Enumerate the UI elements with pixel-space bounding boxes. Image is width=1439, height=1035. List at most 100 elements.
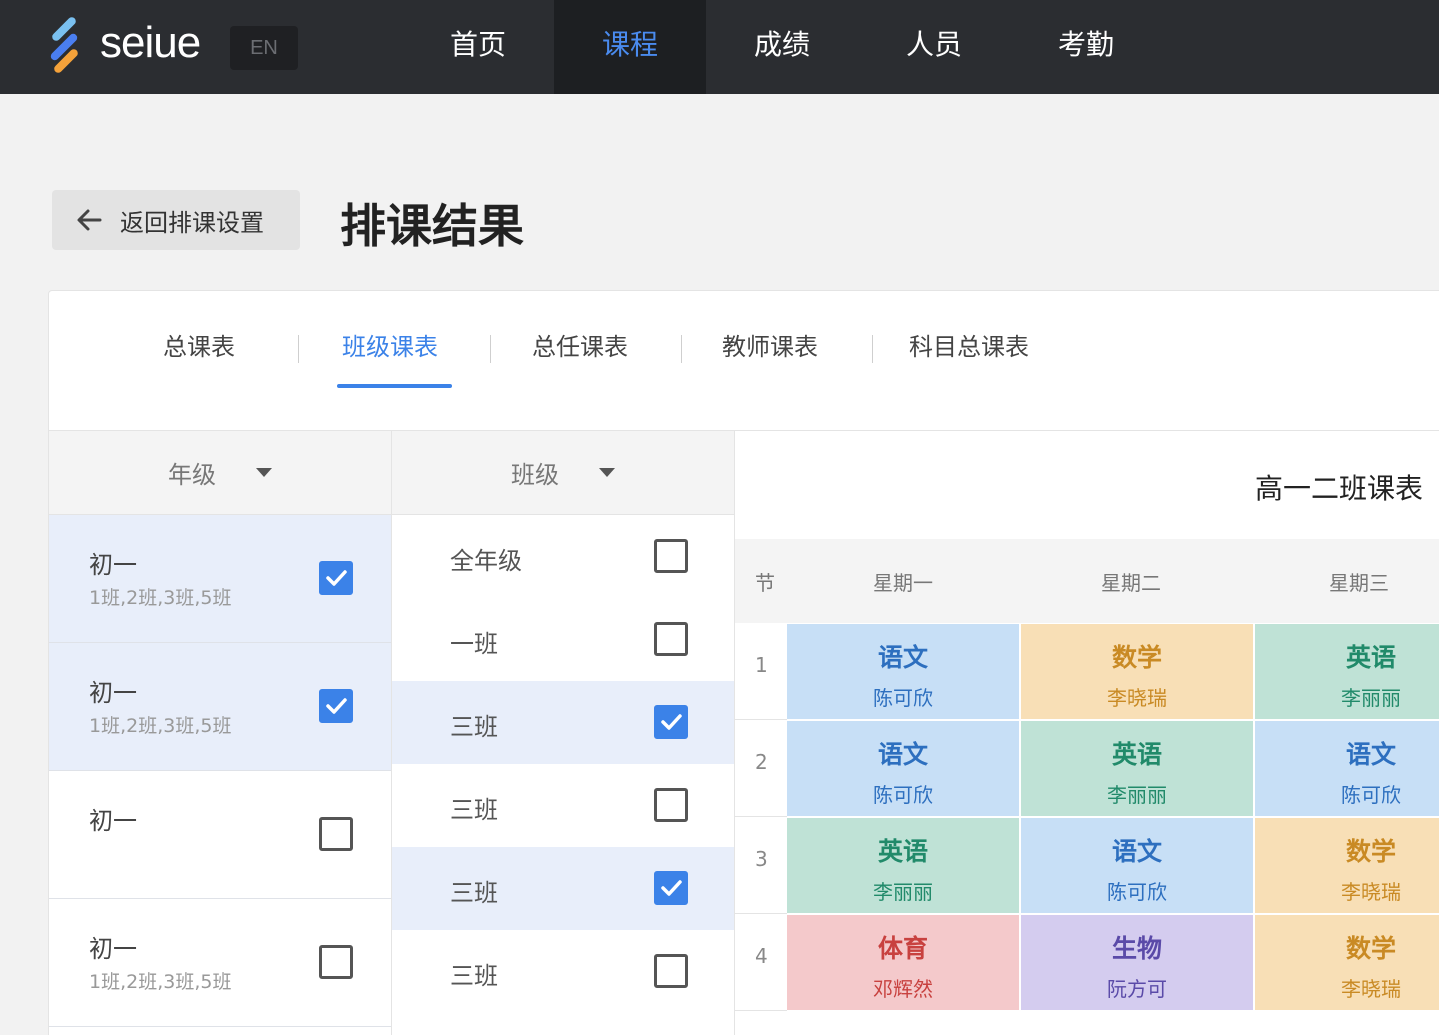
period-number: 3 <box>755 847 768 871</box>
checkmark-icon <box>326 698 347 714</box>
grade-classes: 1班,2班,3班,5班 <box>89 715 232 737</box>
subject-name: 生物 <box>1111 934 1162 963</box>
timetable-cell[interactable]: 体育 邓辉然 <box>787 915 1019 1010</box>
period-column-header: 节 <box>755 571 775 595</box>
day-header: 星期三 <box>1329 571 1389 595</box>
tab-separator <box>681 335 682 363</box>
subject-name: 语文 <box>877 643 928 672</box>
grade-filter-column: 年级 初一 1班,2班,3班,5班 初一 1班,2班,3班,5班 初一 初一 1班,2班,3… <box>49 431 392 1035</box>
grade-name: 初一 <box>89 807 137 835</box>
class-filter-column: 班级 全年级 一班 三班 三班 三班 三班 <box>392 431 735 1035</box>
caret-down-icon <box>599 468 615 477</box>
timetable-cell[interactable]: 数学 李晓瑞 <box>1255 915 1439 1010</box>
caret-down-icon <box>256 468 272 477</box>
tab-separator <box>872 335 873 363</box>
checkbox-checked[interactable] <box>319 561 353 595</box>
class-name: 三班 <box>450 879 498 907</box>
class-list-item[interactable]: 全年级 <box>392 515 734 598</box>
class-name: 全年级 <box>450 547 522 575</box>
day-header: 星期一 <box>873 571 933 595</box>
period-number-cell: 2 <box>735 720 787 817</box>
teacher-name: 邓辉然 <box>873 977 933 1001</box>
checkbox-checked[interactable] <box>654 705 688 739</box>
tab-subject-schedule[interactable]: 科目总课表 <box>909 327 1029 362</box>
period-number-cell: 1 <box>735 623 787 720</box>
subject-name: 语文 <box>877 740 928 769</box>
timetable-cell[interactable]: 数学 李晓瑞 <box>1255 818 1439 913</box>
checkbox-unchecked[interactable] <box>319 945 353 979</box>
timetable-cell[interactable]: 语文 陈可欣 <box>787 721 1019 816</box>
period-number: 1 <box>755 653 768 677</box>
grade-list-item[interactable]: 初一 1班,2班,3班,5班 <box>49 515 391 643</box>
grade-name: 初一 <box>89 935 137 963</box>
teacher-name: 李晓瑞 <box>1341 977 1401 1001</box>
tab-head-teacher-schedule[interactable]: 总任课表 <box>532 327 628 362</box>
teacher-name: 陈可欣 <box>873 686 933 710</box>
checkbox-checked[interactable] <box>319 689 353 723</box>
timetable-cell[interactable]: 生物 阮方可 <box>1021 915 1253 1010</box>
timetable-header-row: 节 星期一 星期二 星期三 <box>735 539 1439 623</box>
nav-item[interactable]: 考勤 <box>1010 0 1162 94</box>
seiue-logo-icon[interactable] <box>44 16 86 78</box>
class-name: 一班 <box>450 630 498 658</box>
subject-name: 语文 <box>1111 837 1162 866</box>
subject-name: 英语 <box>1345 643 1396 672</box>
subject-name: 语文 <box>1345 740 1396 769</box>
checkmark-icon <box>661 714 682 730</box>
grade-name: 初一 <box>89 679 137 707</box>
period-number: 2 <box>755 750 768 774</box>
day-header: 星期二 <box>1101 571 1161 595</box>
checkbox-checked[interactable] <box>654 871 688 905</box>
tab-class-schedule[interactable]: 班级课表 <box>342 327 438 362</box>
grade-name: 初一 <box>89 551 137 579</box>
timetable-cell[interactable]: 英语 李丽丽 <box>1021 721 1253 816</box>
timetable-cell[interactable]: 英语 李丽丽 <box>787 818 1019 913</box>
tab-total-schedule[interactable]: 总课表 <box>163 327 235 362</box>
class-list-item[interactable]: 一班 <box>392 598 734 681</box>
tab-separator <box>490 335 491 363</box>
checkbox-unchecked[interactable] <box>654 788 688 822</box>
period-number-cell: 4 <box>735 914 787 1011</box>
active-tab-indicator <box>337 384 452 388</box>
class-list-item[interactable]: 三班 <box>392 930 734 1013</box>
subject-name: 英语 <box>877 837 928 866</box>
grade-filter-header[interactable]: 年级 <box>49 431 391 515</box>
grade-list-item[interactable]: 初一 1班,2班,3班,5班 <box>49 899 391 1027</box>
nav-item[interactable]: 课程 <box>554 0 706 94</box>
teacher-name: 李丽丽 <box>873 880 933 904</box>
timetable-title: 高一二班课表 <box>1255 472 1424 505</box>
tab-teacher-schedule[interactable]: 教师课表 <box>722 327 818 362</box>
page-title: 排课结果 <box>340 199 524 253</box>
checkbox-unchecked[interactable] <box>654 622 688 656</box>
nav-item[interactable]: 首页 <box>402 0 554 94</box>
timetable-cell[interactable]: 语文 陈可欣 <box>1255 721 1439 816</box>
timetable-cell[interactable]: 语文 陈可欣 <box>787 624 1019 719</box>
class-list-item[interactable]: 三班 <box>392 847 734 930</box>
grade-classes: 1班,2班,3班,5班 <box>89 971 232 993</box>
class-name: 三班 <box>450 713 498 741</box>
back-to-settings-button[interactable]: 返回排课设置 <box>52 190 300 250</box>
checkbox-unchecked[interactable] <box>654 539 688 573</box>
back-button-label: 返回排课设置 <box>120 208 264 237</box>
nav-item[interactable]: 人员 <box>858 0 1010 94</box>
subject-name: 数学 <box>1111 643 1162 672</box>
timetable-cell[interactable]: 语文 陈可欣 <box>1021 818 1253 913</box>
checkmark-icon <box>326 570 347 586</box>
timetable-cell[interactable]: 数学 李晓瑞 <box>1021 624 1253 719</box>
class-filter-header[interactable]: 班级 <box>392 431 734 515</box>
class-list-item[interactable]: 三班 <box>392 681 734 764</box>
nav-item[interactable]: 成绩 <box>706 0 858 94</box>
checkbox-unchecked[interactable] <box>654 954 688 988</box>
class-list-item[interactable]: 三班 <box>392 764 734 847</box>
subject-name: 数学 <box>1345 837 1396 866</box>
grade-list-item[interactable]: 初一 <box>49 771 391 899</box>
grade-list-item[interactable]: 初一 1班,2班,3班,5班 <box>49 643 391 771</box>
schedule-result-card: 总课表 班级课表 总任课表 教师课表 科目总课表 年级 初一 1班,2班,3班,5… <box>48 290 1439 1035</box>
timetable-cell[interactable]: 英语 李丽丽 <box>1255 624 1439 719</box>
teacher-name: 李晓瑞 <box>1107 686 1167 710</box>
checkbox-unchecked[interactable] <box>319 817 353 851</box>
subject-name: 体育 <box>877 934 928 963</box>
language-switch-button[interactable]: EN <box>230 26 298 70</box>
grade-classes: 1班,2班,3班,5班 <box>89 587 232 609</box>
period-number-cell: 3 <box>735 817 787 914</box>
